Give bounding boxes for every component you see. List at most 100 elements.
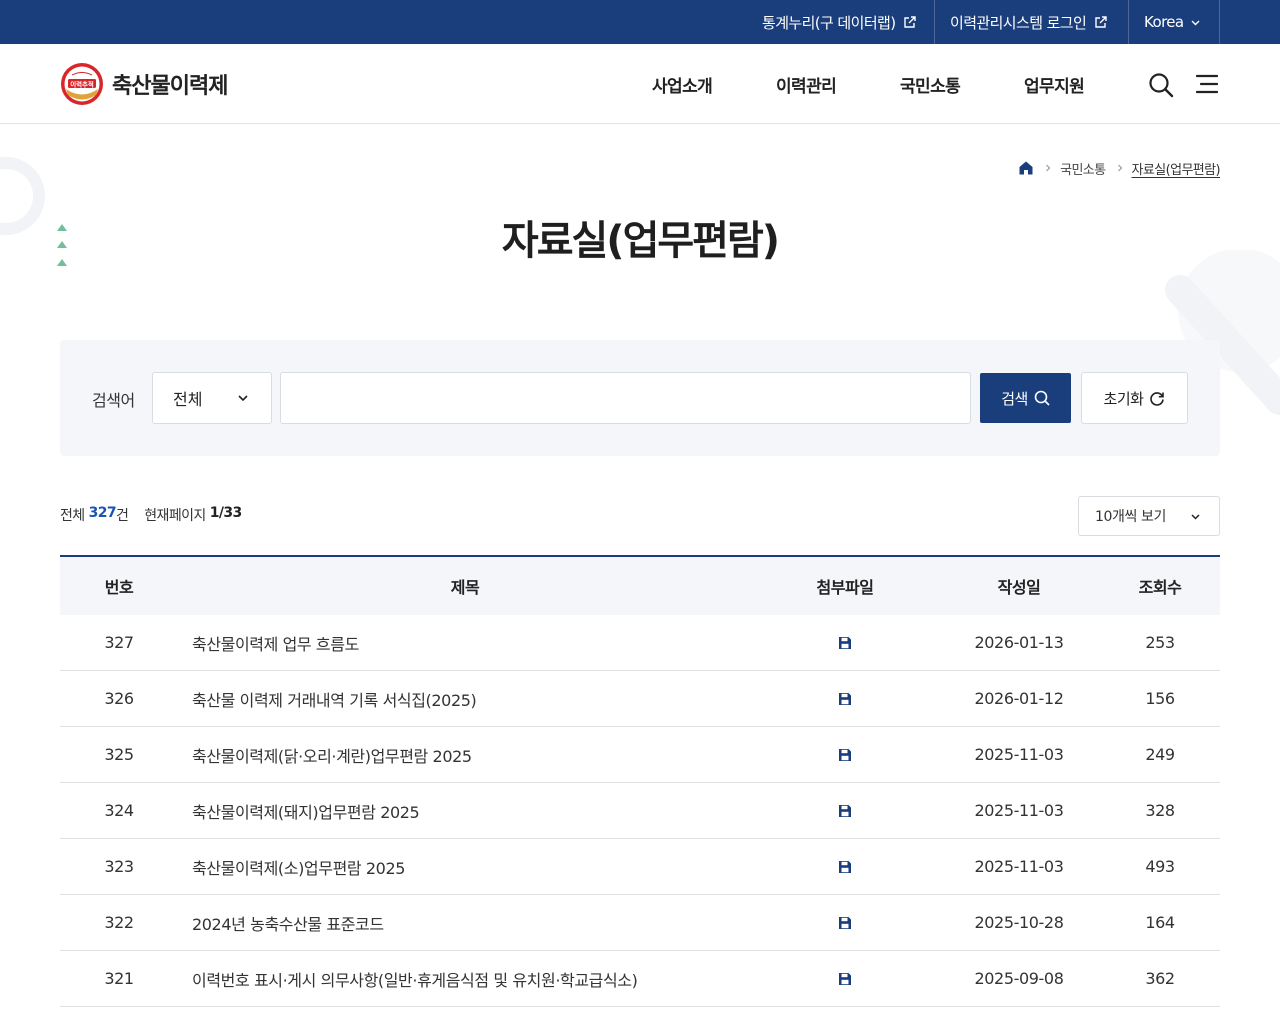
table-row[interactable]: 321 이력번호 표시·게시 의무사항(일반·휴게음식점 및 유치원·학교급식소… <box>60 951 1220 1007</box>
row-number: 322 <box>104 913 134 932</box>
external-link-icon <box>904 15 917 28</box>
chevron-down-icon <box>238 395 248 402</box>
file-attachment-icon[interactable] <box>838 860 852 874</box>
header-views: 조회수 <box>1138 578 1182 597</box>
reset-button-label: 초기화 <box>1103 390 1144 408</box>
breadcrumb-item[interactable]: 국민소통 <box>1060 159 1106 178</box>
table-row[interactable]: 326 축산물 이력제 거래내역 기록 서식집(2025) 2026-01-12… <box>60 671 1220 727</box>
search-scope-value: 전체 <box>173 390 203 409</box>
result-summary: 전체 327 건 현재페이지 1/33 <box>60 505 242 525</box>
breadcrumb-current[interactable]: 자료실(업무편람) <box>1132 159 1221 178</box>
table-row[interactable]: 327 축산물이력제 업무 흐름도 2026-01-13 253 <box>60 615 1220 671</box>
logo-emblem-icon: 이력추적 <box>61 63 103 105</box>
row-date: 2026-01-13 <box>974 633 1064 652</box>
home-icon[interactable] <box>1018 160 1034 176</box>
row-title-link[interactable]: 축산물이력제(소)업무편람 2025 <box>178 855 752 879</box>
row-date: 2025-10-28 <box>974 913 1064 932</box>
statistics-link-label: 통계누리(구 데이터랩) <box>762 13 896 32</box>
nav-trace-management[interactable]: 이력관리 <box>776 44 837 124</box>
reset-button[interactable]: 초기화 <box>1081 372 1188 424</box>
logo-text: 축산물이력제 <box>112 74 228 99</box>
table-row[interactable]: 323 축산물이력제(소)업무편람 2025 2025-11-03 493 <box>60 839 1220 895</box>
row-number: 324 <box>104 801 134 820</box>
row-number: 325 <box>104 745 134 764</box>
divider <box>1128 0 1129 44</box>
row-date: 2026-01-12 <box>974 689 1064 708</box>
row-views: 328 <box>1145 801 1175 820</box>
row-date: 2025-11-03 <box>974 745 1064 764</box>
row-number: 327 <box>104 633 134 652</box>
row-number: 326 <box>104 689 134 708</box>
hamburger-menu-icon[interactable] <box>1196 74 1218 94</box>
chevron-down-icon <box>1191 20 1200 25</box>
row-number: 323 <box>104 857 134 876</box>
search-panel: 검색어 전체 검색 초기화 <box>60 340 1220 456</box>
row-title-link[interactable]: 축산물이력제 업무 흐름도 <box>178 631 752 655</box>
divider <box>934 0 935 44</box>
statistics-link[interactable]: 통계누리(구 데이터랩) <box>762 0 934 44</box>
row-views: 362 <box>1145 969 1175 988</box>
row-title-link[interactable]: 2024년 농축수산물 표준코드 <box>178 911 752 935</box>
row-views: 253 <box>1145 633 1175 652</box>
search-scope-select[interactable]: 전체 <box>152 372 272 424</box>
per-page-select[interactable]: 10개씩 보기 <box>1078 496 1220 536</box>
nav-work-support[interactable]: 업무지원 <box>1024 44 1085 124</box>
row-title-link[interactable]: 축산물이력제(닭·오리·계란)업무편람 2025 <box>178 743 752 767</box>
header-date: 작성일 <box>997 578 1041 597</box>
breadcrumb: 국민소통 자료실(업무편람) <box>1018 158 1221 178</box>
search-label: 검색어 <box>92 391 135 410</box>
file-attachment-icon[interactable] <box>838 804 852 818</box>
row-title-link[interactable]: 축산물 이력제 거래내역 기록 서식집(2025) <box>178 687 752 711</box>
search-button-label: 검색 <box>1001 390 1028 408</box>
refresh-icon <box>1150 392 1165 406</box>
search-keyword-input[interactable] <box>280 372 971 424</box>
page-label: 현재페이지 <box>144 508 206 524</box>
row-title-link[interactable]: 축산물이력제(돼지)업무편람 2025 <box>178 799 752 823</box>
table-row[interactable]: 325 축산물이력제(닭·오리·계란)업무편람 2025 2025-11-03 … <box>60 727 1220 783</box>
file-attachment-icon[interactable] <box>838 916 852 930</box>
table-row[interactable]: 322 2024년 농축수산물 표준코드 2025-10-28 164 <box>60 895 1220 951</box>
header-attachment: 첨부파일 <box>816 578 874 597</box>
table-header: 번호 제목 첨부파일 작성일 조회수 <box>60 557 1220 615</box>
system-login-link-label: 이력관리시스템 로그인 <box>950 13 1087 32</box>
board-table: 번호 제목 첨부파일 작성일 조회수 327 축산물이력제 업무 흐름도 202… <box>60 555 1220 1007</box>
system-login-link[interactable]: 이력관리시스템 로그인 <box>950 0 1128 44</box>
site-header: 이력추적 축산물이력제 사업소개 이력관리 국민소통 업무지원 <box>0 44 1280 124</box>
row-views: 493 <box>1145 857 1175 876</box>
header-number: 번호 <box>104 578 134 597</box>
total-count: 327 <box>88 505 117 521</box>
search-icon <box>1034 390 1050 406</box>
site-logo[interactable]: 이력추적 축산물이력제 <box>60 62 250 106</box>
table-row[interactable]: 324 축산물이력제(돼지)업무편람 2025 2025-11-03 328 <box>60 783 1220 839</box>
nav-business-intro[interactable]: 사업소개 <box>652 44 713 124</box>
row-views: 164 <box>1145 913 1175 932</box>
row-views: 156 <box>1145 689 1175 708</box>
search-icon[interactable] <box>1148 72 1174 98</box>
top-utility-bar: 통계누리(구 데이터랩) 이력관리시스템 로그인 Korea <box>0 0 1280 44</box>
header-title: 제목 <box>450 578 480 597</box>
external-link-icon <box>1095 15 1107 28</box>
per-page-value: 10개씩 보기 <box>1095 509 1166 525</box>
total-label: 전체 <box>60 508 85 524</box>
language-selector[interactable]: Korea <box>1144 0 1219 44</box>
page-value: 1/33 <box>209 505 243 521</box>
search-button[interactable]: 검색 <box>980 373 1071 423</box>
file-attachment-icon[interactable] <box>838 692 852 706</box>
logo-badge-text: 이력추적 <box>70 79 94 88</box>
chevron-down-icon <box>1191 514 1200 520</box>
row-date: 2025-11-03 <box>974 801 1064 820</box>
divider <box>1219 0 1220 44</box>
file-attachment-icon[interactable] <box>838 636 852 650</box>
nav-public-communication[interactable]: 국민소통 <box>900 44 961 124</box>
total-suffix: 건 <box>116 508 129 524</box>
row-title-link[interactable]: 이력번호 표시·게시 의무사항(일반·휴게음식점 및 유치원·학교급식소) <box>178 967 752 991</box>
row-number: 321 <box>104 969 134 988</box>
row-date: 2025-11-03 <box>974 857 1064 876</box>
file-attachment-icon[interactable] <box>838 748 852 762</box>
chevron-right-icon <box>1046 164 1051 172</box>
language-label: Korea <box>1144 13 1184 31</box>
row-views: 249 <box>1145 745 1175 764</box>
file-attachment-icon[interactable] <box>838 972 852 986</box>
chevron-right-icon <box>1117 164 1122 172</box>
row-date: 2025-09-08 <box>974 969 1064 988</box>
